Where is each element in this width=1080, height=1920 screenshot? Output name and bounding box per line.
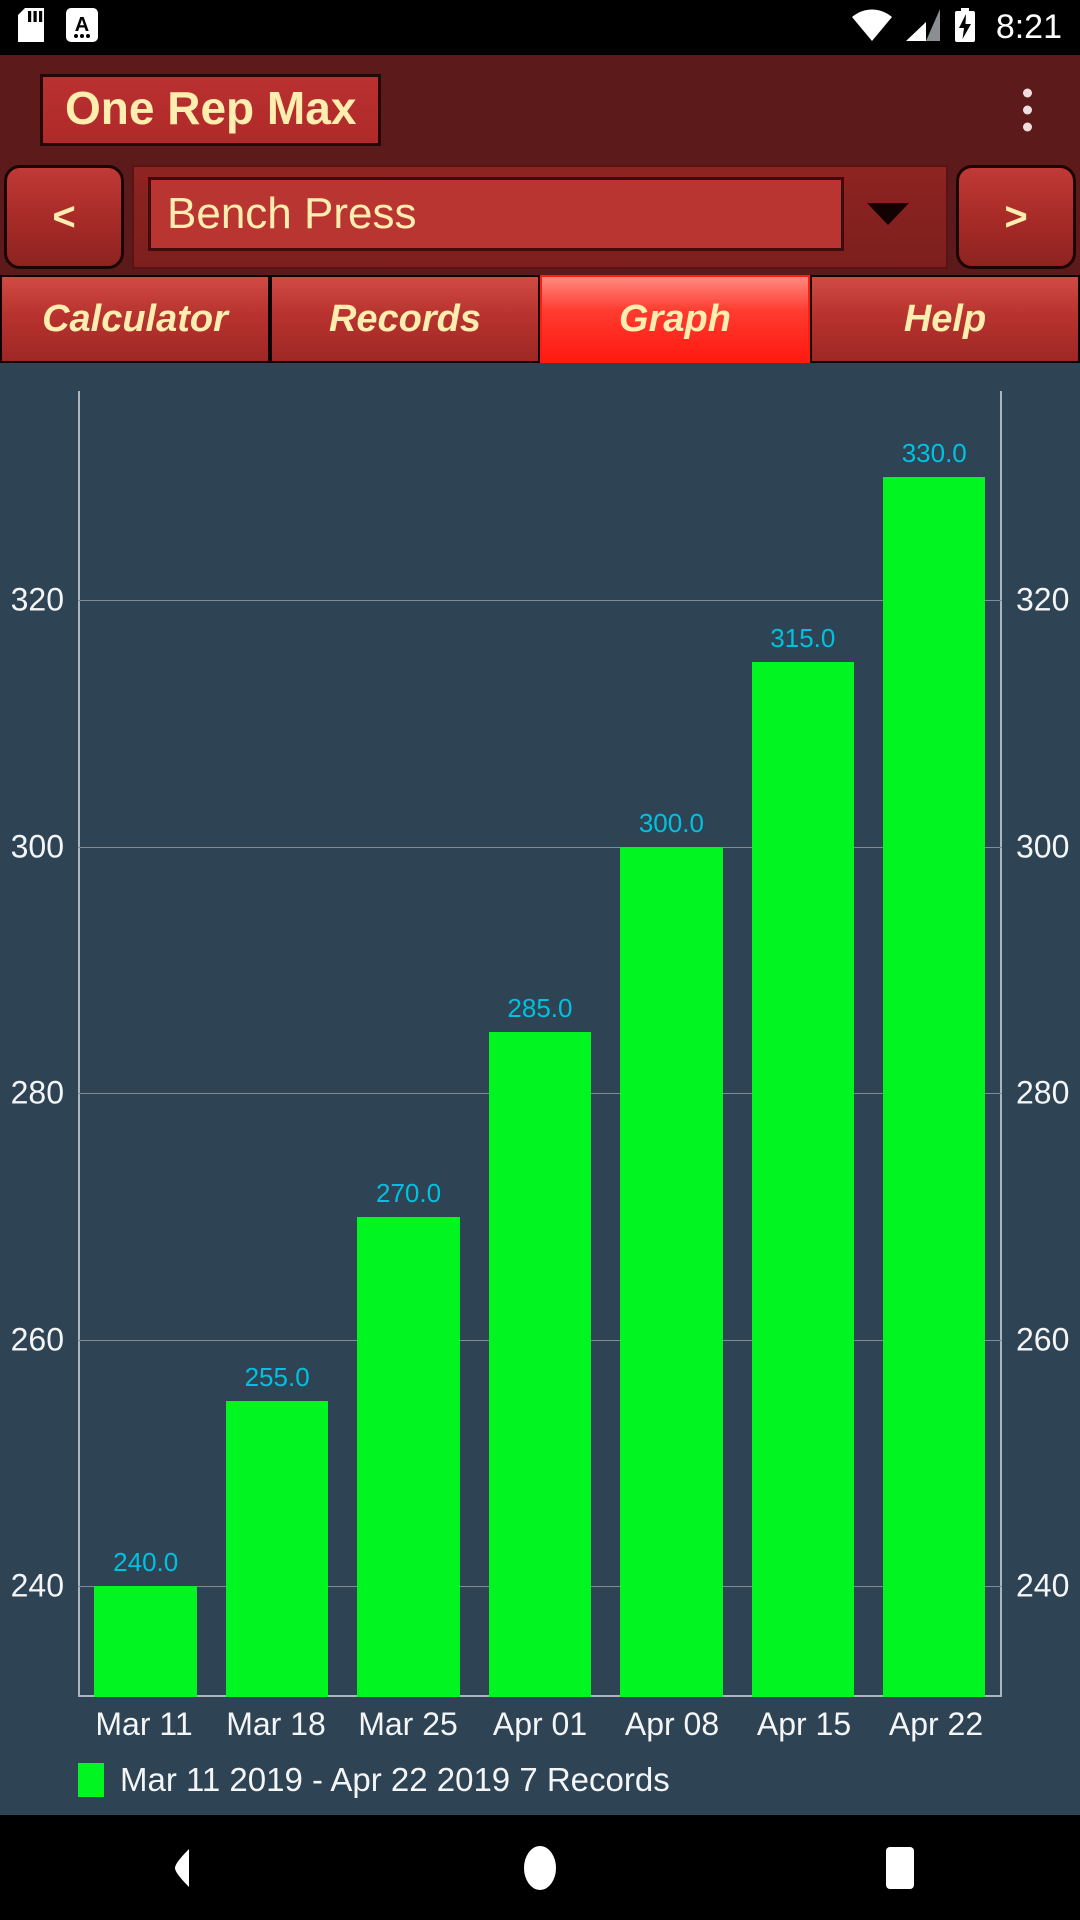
y-axis-tick-label-left: 300	[10, 828, 64, 865]
x-axis-tick-label: Mar 25	[358, 1706, 458, 1742]
svg-text:A: A	[75, 14, 89, 36]
bar-value-label: 255.0	[244, 1362, 310, 1393]
exercise-spinner[interactable]: Bench Press	[132, 165, 948, 269]
bar[interactable]: 255.0	[225, 1362, 329, 1697]
y-axis-tick-label-left: 280	[10, 1074, 64, 1111]
y-axis-tick-label-right: 320	[1016, 581, 1070, 618]
bar-value-label: 300.0	[638, 807, 704, 838]
y-axis-tick-label-right: 240	[1016, 1567, 1070, 1604]
bar[interactable]: 270.0	[357, 1178, 460, 1697]
legend-label: Mar 11 2019 - Apr 22 2019 7 Records	[120, 1761, 670, 1798]
status-bar: A 8:21	[0, 0, 1080, 55]
exercise-value-field[interactable]: Bench Press	[148, 177, 844, 251]
tab-graph[interactable]: Graph	[540, 275, 810, 363]
y-axis-tick-label-right: 260	[1016, 1321, 1070, 1358]
y-axis-tick-label-right: 300	[1016, 828, 1070, 865]
home-circle-icon[interactable]	[460, 1815, 620, 1920]
bar-slot: 330.0	[869, 391, 1000, 1697]
x-axis-tick-label: Apr 15	[756, 1706, 852, 1742]
chart-bars: 240.0 255.0 270.0 285.0 300.0 315.0 330.0	[80, 391, 1000, 1697]
bar-slot: 300.0	[606, 391, 737, 1697]
bar-slot: 255.0	[211, 391, 342, 1697]
previous-exercise-button[interactable]: <	[4, 165, 124, 269]
tab-records[interactable]: Records	[270, 275, 540, 363]
legend-color-swatch	[78, 1763, 104, 1797]
bar[interactable]: 285.0	[488, 993, 592, 1697]
chart-plot-area: 240 240 260 260 280 280 300 300 320 320 240.0 255.…	[11, 391, 1069, 1697]
caret-triangle	[867, 203, 909, 225]
x-axis-tick-label: Apr 08	[624, 1706, 720, 1742]
bar-slot: 240.0	[80, 391, 211, 1697]
chart-legend: Mar 11 2019 - Apr 22 2019 7 Records	[78, 1761, 670, 1799]
sd-card-icon	[18, 8, 44, 47]
bar[interactable]: 300.0	[620, 808, 723, 1697]
y-axis-tick-label-right: 280	[1016, 1074, 1070, 1111]
x-axis-tick-label: Mar 18	[226, 1706, 326, 1742]
bar-slot: 270.0	[343, 391, 474, 1697]
tab-calculator[interactable]: Calculator	[0, 275, 270, 363]
y-axis-tick-label-left: 320	[10, 581, 64, 618]
bar[interactable]: 330.0	[882, 438, 986, 1697]
android-nav-bar	[0, 1815, 1080, 1920]
recents-square-icon[interactable]	[820, 1815, 980, 1920]
battery-charging-icon	[954, 8, 976, 47]
y-axis-tick-label-left: 240	[10, 1567, 64, 1604]
page-title: One Rep Max	[65, 82, 357, 134]
bar-slot: 315.0	[737, 391, 868, 1697]
bar-value-label: 315.0	[770, 623, 836, 654]
x-axis-tick-label: Apr 01	[492, 1706, 588, 1742]
bar[interactable]: 240.0	[94, 1547, 197, 1697]
x-axis-tick-label: Apr 22	[888, 1706, 984, 1742]
bar-value-label: 240.0	[113, 1547, 179, 1578]
back-triangle-icon[interactable]	[100, 1815, 260, 1920]
app-root: A 8:21 One Rep Max < Bench Press > Calcu…	[0, 0, 1080, 1920]
overflow-menu-icon[interactable]	[1013, 79, 1042, 142]
y-axis-right	[1000, 391, 1002, 1697]
kebab-dot	[1023, 88, 1032, 98]
status-bar-right-icons: 8:21	[851, 8, 1062, 47]
y-axis-tick-label-left: 260	[10, 1321, 64, 1358]
chevron-down-icon[interactable]	[844, 203, 932, 225]
app-bar: One Rep Max	[0, 55, 1080, 165]
x-axis-tick-labels: Mar 11 Mar 18 Mar 25 Apr 01 Apr 08 Apr 15 Apr …	[78, 1706, 1002, 1743]
bar-slot: 285.0	[474, 391, 605, 1697]
exercise-name-value: Bench Press	[167, 189, 417, 238]
status-bar-clock: 8:21	[995, 8, 1062, 46]
bar[interactable]: 315.0	[751, 623, 855, 1697]
bar-value-label: 330.0	[901, 438, 967, 469]
tab-help[interactable]: Help	[810, 275, 1080, 363]
status-bar-left-icons: A	[18, 8, 98, 47]
tab-bar: Calculator Records Graph Help	[0, 275, 1080, 363]
exercise-selector-row: < Bench Press >	[0, 165, 1080, 275]
bar-value-label: 270.0	[376, 1177, 442, 1208]
next-exercise-button[interactable]: >	[956, 165, 1076, 269]
x-axis-tick-label: Mar 11	[95, 1706, 193, 1742]
wifi-icon	[851, 9, 892, 46]
keyboard-language-icon: A	[66, 8, 98, 47]
graph-panel: 240 240 260 260 280 280 300 300 320 320 240.0 255.…	[0, 363, 1080, 1815]
app-title-box: One Rep Max	[40, 74, 382, 146]
kebab-dot	[1023, 105, 1032, 115]
cell-signal-icon	[905, 9, 940, 46]
bar-value-label: 285.0	[507, 992, 573, 1023]
kebab-dot	[1023, 122, 1032, 132]
